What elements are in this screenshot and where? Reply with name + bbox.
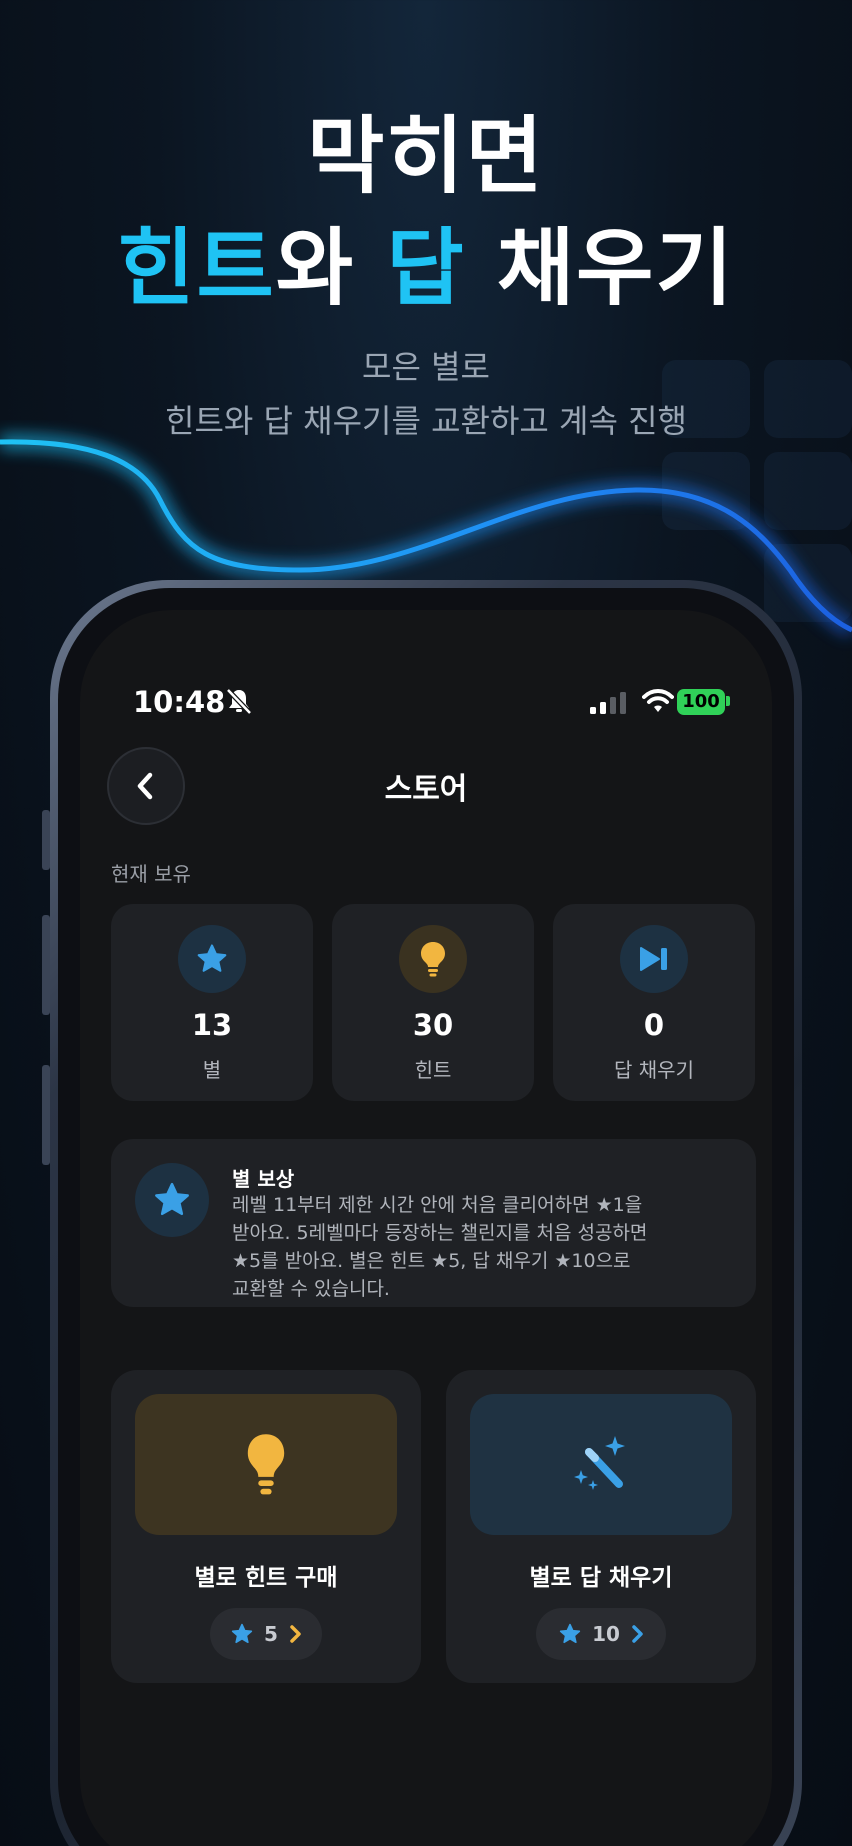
answer-fills-label: 답 채우기: [614, 1058, 694, 1082]
skip-forward-icon: [620, 925, 688, 993]
headline-line2: 힌트와 답 채우기: [0, 212, 852, 324]
cellular-signal-icon: [590, 692, 626, 714]
battery-indicator: 100: [677, 689, 725, 715]
status-time: 10:48: [133, 685, 226, 719]
star-icon: [231, 1623, 253, 1644]
subtitle-line1: 모은 별로: [362, 348, 490, 386]
reward-info-line1: 레벨 11부터 제한 시간 안에 처음 클리어하면 ★1을: [232, 1194, 643, 1216]
buy-hint-name: 별로 힌트 구매: [194, 1565, 338, 1591]
buy-hint-price-button[interactable]: 5: [210, 1608, 322, 1660]
reward-info-line2: 받아요. 5레벨마다 등장하는 챌린지를 처음 성공하면: [232, 1222, 648, 1244]
holding-stars: 13 별: [111, 904, 313, 1101]
headline-rest: 채우기: [465, 219, 735, 317]
holding-answer-fills: 0 답 채우기: [553, 904, 755, 1101]
battery-tip: [726, 696, 730, 706]
buy-hint-card[interactable]: 별로 힌트 구매 5: [111, 1370, 421, 1683]
chevron-right-icon: [632, 1625, 643, 1643]
fill-answer-art: [470, 1394, 732, 1535]
promo-subtitle: 모은 별로 힌트와 답 채우기를 교환하고 계속 진행: [0, 340, 852, 448]
status-bar: 10:48 100: [80, 610, 772, 720]
hints-count: 30: [412, 1008, 454, 1042]
stars-label: 별: [202, 1058, 222, 1082]
phone-volume-up: [42, 915, 50, 1015]
answer-fills-count: 0: [643, 1008, 665, 1042]
fill-answer-price-button[interactable]: 10: [536, 1608, 666, 1660]
fill-answer-price: 10: [592, 1622, 620, 1646]
star-reward-info-card: 별 보상 레벨 11부터 제한 시간 안에 처음 클리어하면 ★1을 받아요. …: [111, 1139, 756, 1307]
fill-answer-card[interactable]: 별로 답 채우기 10: [446, 1370, 756, 1683]
hints-label: 힌트: [414, 1058, 452, 1082]
promo-headline: 막히면 힌트와 답 채우기: [0, 100, 852, 324]
phone-screen: 10:48 100 스토어 현재 보유 13 별 30 힌트 0 답 채우기 별…: [80, 610, 772, 1846]
lightbulb-icon: [247, 1433, 285, 1494]
star-icon: [135, 1163, 209, 1237]
holding-hints: 30 힌트: [332, 904, 534, 1101]
chevron-right-icon: [290, 1625, 301, 1643]
fill-answer-name: 별로 답 채우기: [529, 1565, 673, 1591]
magic-wand-icon: [574, 1435, 625, 1490]
reward-info-title: 별 보상: [232, 1167, 295, 1191]
phone-side-button: [42, 810, 50, 870]
bell-muted-icon: [226, 688, 252, 715]
wifi-icon: [642, 689, 674, 712]
phone-frame: 10:48 100 스토어 현재 보유 13 별 30 힌트 0 답 채우기 별…: [50, 580, 802, 1846]
stars-count: 13: [191, 1008, 233, 1042]
headline-accent-answer: 답: [386, 219, 466, 317]
star-icon: [559, 1623, 581, 1644]
holdings-label: 현재 보유: [111, 862, 191, 886]
headline-line1: 막히면: [307, 107, 545, 205]
star-icon: [178, 925, 246, 993]
page-title: 스토어: [384, 772, 468, 807]
buy-hint-art: [135, 1394, 397, 1535]
reward-info-description: 레벨 11부터 제한 시간 안에 처음 클리어하면 ★1을 받아요. 5레벨마다…: [232, 1191, 732, 1303]
subtitle-line2: 힌트와 답 채우기를 교환하고 계속 진행: [165, 402, 687, 440]
headline-join: 와: [275, 219, 387, 317]
buy-hint-price: 5: [264, 1622, 278, 1646]
headline-accent-hint: 힌트: [117, 219, 276, 317]
phone-volume-down: [42, 1065, 50, 1165]
reward-info-line3: ★5를 받아요. 별은 힌트 ★5, 답 채우기 ★10으로: [232, 1250, 631, 1272]
lightbulb-icon: [399, 925, 467, 993]
reward-info-line4: 교환할 수 있습니다.: [232, 1278, 390, 1300]
